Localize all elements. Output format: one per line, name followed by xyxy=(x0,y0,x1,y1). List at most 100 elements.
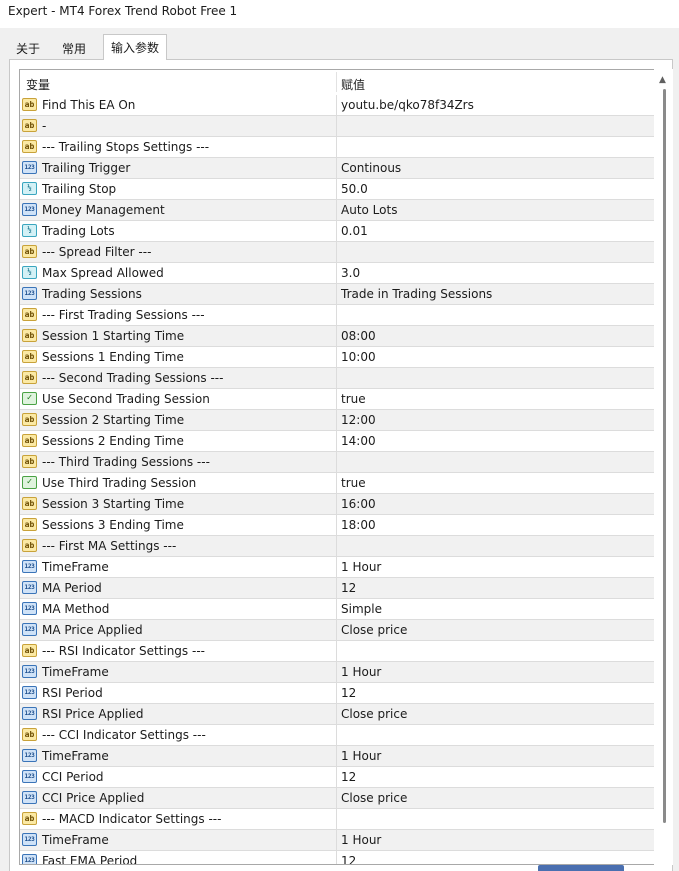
variable-value[interactable]: 18:00 xyxy=(341,518,376,532)
table-row[interactable]: 123 RSI Period 12 xyxy=(20,683,656,704)
table-row[interactable]: ab --- MACD Indicator Settings --- xyxy=(20,809,656,830)
variable-name: Trading Sessions xyxy=(42,287,142,301)
tab-strip: 关于 常用 输入参数 xyxy=(0,34,679,60)
variable-value[interactable]: 14:00 xyxy=(341,434,376,448)
variable-value[interactable]: 3.0 xyxy=(341,266,360,280)
cell-divider xyxy=(336,578,337,599)
table-row[interactable]: ab --- Third Trading Sessions --- xyxy=(20,452,656,473)
variable-name: TimeFrame xyxy=(42,665,109,679)
table-row[interactable]: ab Sessions 2 Ending Time 14:00 xyxy=(20,431,656,452)
variable-value[interactable]: 12 xyxy=(341,686,356,700)
table-row[interactable]: 123 MA Price Applied Close price xyxy=(20,620,656,641)
cell-divider xyxy=(336,683,337,704)
table-row[interactable]: 123 CCI Price Applied Close price xyxy=(20,788,656,809)
variable-value[interactable]: 08:00 xyxy=(341,329,376,343)
table-row[interactable]: ab Session 3 Starting Time 16:00 xyxy=(20,494,656,515)
scrollbar-thumb[interactable] xyxy=(663,89,666,823)
table-row[interactable]: ab Sessions 3 Ending Time 18:00 xyxy=(20,515,656,536)
string-type-icon: ab xyxy=(22,308,37,321)
variable-value[interactable]: Continous xyxy=(341,161,401,175)
variable-value[interactable]: 12 xyxy=(341,854,356,864)
cell-divider xyxy=(336,767,337,788)
variable-value[interactable]: youtu.be/qko78f34Zrs xyxy=(341,98,474,112)
table-row[interactable]: ab --- CCI Indicator Settings --- xyxy=(20,725,656,746)
variable-value[interactable]: Close price xyxy=(341,623,407,637)
variable-name: --- RSI Indicator Settings --- xyxy=(42,644,205,658)
string-type-icon: ab xyxy=(22,518,37,531)
variable-value[interactable]: 12 xyxy=(341,581,356,595)
ok-button[interactable] xyxy=(538,865,624,871)
variable-value[interactable]: Trade in Trading Sessions xyxy=(341,287,492,301)
table-row[interactable]: ab --- Second Trading Sessions --- xyxy=(20,368,656,389)
variable-name: - xyxy=(42,119,47,133)
cell-divider xyxy=(336,599,337,620)
column-header-value[interactable]: 赋值 xyxy=(341,76,365,93)
table-row[interactable]: 123 TimeFrame 1 Hour xyxy=(20,557,656,578)
table-row[interactable]: ab Session 1 Starting Time 08:00 xyxy=(20,326,656,347)
variable-value[interactable]: Auto Lots xyxy=(341,203,397,217)
table-row[interactable]: 123 TimeFrame 1 Hour xyxy=(20,830,656,851)
table-row[interactable]: 123 Money Management Auto Lots xyxy=(20,200,656,221)
string-type-icon: ab xyxy=(22,728,37,741)
table-row[interactable]: ab --- First MA Settings --- xyxy=(20,536,656,557)
table-row[interactable]: 123 CCI Period 12 xyxy=(20,767,656,788)
double-type-icon: ½ xyxy=(22,182,37,195)
table-row[interactable]: ½ Trailing Stop 50.0 xyxy=(20,179,656,200)
variable-name: RSI Price Applied xyxy=(42,707,144,721)
table-row[interactable]: 123 TimeFrame 1 Hour xyxy=(20,662,656,683)
enum-type-icon: 123 xyxy=(22,560,37,573)
table-row[interactable]: ab --- Spread Filter --- xyxy=(20,242,656,263)
variable-value[interactable]: true xyxy=(341,392,366,406)
column-divider[interactable] xyxy=(336,72,337,92)
table-row[interactable]: 123 MA Method Simple xyxy=(20,599,656,620)
grid-body: 变量 赋值 ab Find This EA On youtu.be/qko78f34… xyxy=(20,70,656,864)
table-row[interactable]: ½ Trading Lots 0.01 xyxy=(20,221,656,242)
enum-type-icon: 123 xyxy=(22,791,37,804)
table-row[interactable]: 123 Trailing Trigger Continous xyxy=(20,158,656,179)
variable-value[interactable]: 0.01 xyxy=(341,224,368,238)
scroll-up-arrow-icon[interactable]: ▲ xyxy=(659,75,666,85)
table-row[interactable]: 123 RSI Price Applied Close price xyxy=(20,704,656,725)
variable-value[interactable]: 16:00 xyxy=(341,497,376,511)
variable-value[interactable]: true xyxy=(341,476,366,490)
variable-value[interactable]: 12 xyxy=(341,770,356,784)
grid-rows: ab Find This EA On youtu.be/qko78f34Zrs ab -… xyxy=(20,95,656,864)
table-row[interactable]: 123 Trading Sessions Trade in Trading Sess… xyxy=(20,284,656,305)
variable-value[interactable]: 1 Hour xyxy=(341,665,381,679)
string-type-icon: ab xyxy=(22,119,37,132)
table-row[interactable]: 123 MA Period 12 xyxy=(20,578,656,599)
variable-value[interactable]: 10:00 xyxy=(341,350,376,364)
variable-name: --- MACD Indicator Settings --- xyxy=(42,812,222,826)
table-row[interactable]: 123 Fast EMA Period 12 xyxy=(20,851,656,864)
table-row[interactable]: ✓ Use Second Trading Session true xyxy=(20,389,656,410)
variable-name: --- Trailing Stops Settings --- xyxy=(42,140,210,154)
variable-value[interactable]: 1 Hour xyxy=(341,560,381,574)
variable-name: TimeFrame xyxy=(42,749,109,763)
vertical-scrollbar[interactable]: ▲ xyxy=(654,69,673,865)
variable-value[interactable]: Simple xyxy=(341,602,382,616)
table-row[interactable]: ab Sessions 1 Ending Time 10:00 xyxy=(20,347,656,368)
tab-inputs[interactable]: 输入参数 xyxy=(103,34,168,60)
variable-value[interactable]: 1 Hour xyxy=(341,749,381,763)
variable-value[interactable]: Close price xyxy=(341,707,407,721)
variable-value[interactable]: Close price xyxy=(341,791,407,805)
table-row[interactable]: ab --- First Trading Sessions --- xyxy=(20,305,656,326)
variable-value[interactable]: 50.0 xyxy=(341,182,368,196)
table-row[interactable]: ½ Max Spread Allowed 3.0 xyxy=(20,263,656,284)
string-type-icon: ab xyxy=(22,329,37,342)
cell-divider xyxy=(336,536,337,557)
table-row[interactable]: ab --- Trailing Stops Settings --- xyxy=(20,137,656,158)
table-row[interactable]: ✓ Use Third Trading Session true xyxy=(20,473,656,494)
variable-value[interactable]: 1 Hour xyxy=(341,833,381,847)
variable-value[interactable]: 12:00 xyxy=(341,413,376,427)
table-row[interactable]: ab Session 2 Starting Time 12:00 xyxy=(20,410,656,431)
tab-about[interactable]: 关于 xyxy=(9,36,47,58)
column-header-variable[interactable]: 变量 xyxy=(26,76,50,93)
tab-common[interactable]: 常用 xyxy=(55,36,93,58)
table-row[interactable]: ab - xyxy=(20,116,656,137)
table-row[interactable]: ab --- RSI Indicator Settings --- xyxy=(20,641,656,662)
cell-divider xyxy=(336,179,337,200)
variable-name: Max Spread Allowed xyxy=(42,266,164,280)
table-row[interactable]: ab Find This EA On youtu.be/qko78f34Zrs xyxy=(20,95,656,116)
table-row[interactable]: 123 TimeFrame 1 Hour xyxy=(20,746,656,767)
